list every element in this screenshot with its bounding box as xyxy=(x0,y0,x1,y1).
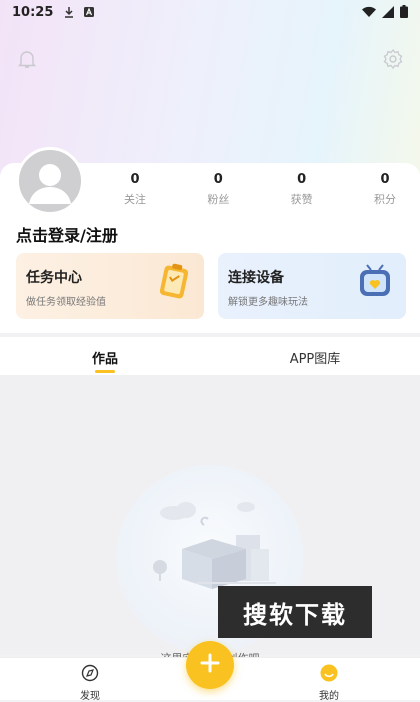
stat-likes[interactable]: 0 获赞 xyxy=(277,172,327,207)
stat-value: 0 xyxy=(380,172,390,187)
tab-label: 作品 xyxy=(91,352,118,367)
notification-a-icon xyxy=(83,6,95,18)
stat-value: 0 xyxy=(297,172,307,187)
smile-icon xyxy=(320,664,338,685)
download-icon xyxy=(63,6,75,18)
login-register-link[interactable]: 点击登录/注册 xyxy=(16,222,118,246)
connect-device-card[interactable]: 连接设备 解锁更多趣味玩法 xyxy=(218,253,406,319)
signal-icon xyxy=(382,5,394,22)
create-fab-button[interactable] xyxy=(186,641,234,689)
stat-fans[interactable]: 0 粉丝 xyxy=(193,172,243,207)
stat-following[interactable]: 0 关注 xyxy=(110,172,160,207)
tab-works[interactable]: 作品 xyxy=(0,337,210,375)
compass-icon xyxy=(81,664,99,685)
nav-mine[interactable]: 我的 xyxy=(299,664,359,702)
feature-cards: 任务中心 做任务领取经验值 连接设备 解锁更多趣味玩法 xyxy=(16,253,406,319)
status-indicators xyxy=(362,5,408,22)
plus-icon xyxy=(199,652,221,678)
watermark-banner: 搜软下载 xyxy=(218,586,372,638)
avatar[interactable] xyxy=(16,147,84,215)
stat-label: 获赞 xyxy=(290,193,313,206)
status-time: 10:25 xyxy=(12,4,54,20)
device-heart-icon xyxy=(356,261,394,305)
stat-label: 关注 xyxy=(124,193,146,206)
stat-label: 粉丝 xyxy=(207,193,230,206)
stat-points[interactable]: 0 积分 xyxy=(360,172,410,207)
active-tab-indicator xyxy=(95,370,115,373)
stat-value: 0 xyxy=(213,172,223,187)
gear-icon[interactable] xyxy=(382,48,404,70)
wifi-icon xyxy=(362,6,376,22)
tab-label: APP图库 xyxy=(289,352,341,367)
battery-icon xyxy=(400,5,408,22)
stat-label: 积分 xyxy=(373,193,396,206)
profile-stats: 0 关注 0 粉丝 0 获赞 0 积分 xyxy=(110,172,410,207)
status-bar: 10:25 xyxy=(0,0,420,24)
tab-app-gallery[interactable]: APP图库 xyxy=(210,337,420,375)
content-tabs: 作品 APP图库 xyxy=(0,337,420,375)
task-clipboard-icon xyxy=(156,261,192,305)
bell-icon[interactable] xyxy=(16,48,38,70)
nav-discover[interactable]: 发现 xyxy=(60,664,120,702)
task-center-card[interactable]: 任务中心 做任务领取经验值 xyxy=(16,253,204,319)
stat-value: 0 xyxy=(130,172,140,187)
